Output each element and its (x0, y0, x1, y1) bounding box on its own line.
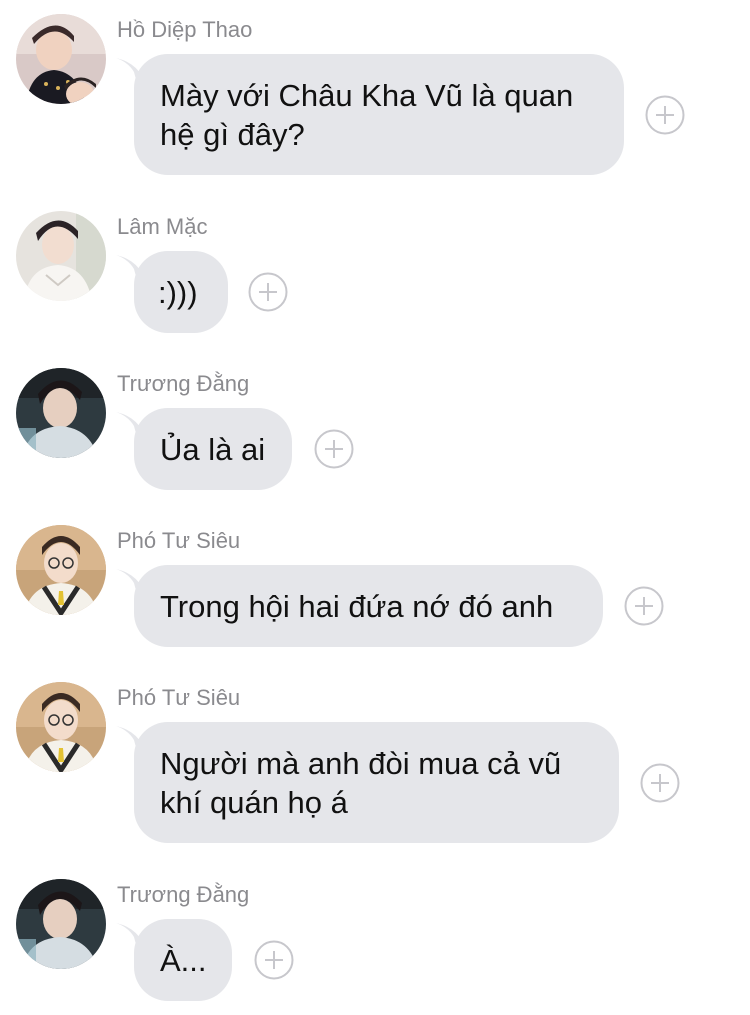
add-reaction-icon (248, 272, 288, 312)
message-text-line: hệ gì đây? (160, 117, 305, 152)
message-text-line: khí quán họ á (160, 785, 348, 820)
message-item: Phó Tư Siêu Người mà anh đòi mua cả vũ k… (0, 666, 750, 846)
avatar-pho-tu-sieu-image (16, 525, 106, 615)
message-text-line: Người mà anh đòi mua cả vũ (160, 746, 562, 781)
message-item: Hồ Diệp Thao Mày với Châu Kha Vũ là quan… (0, 0, 750, 180)
message-item: Trương Đằng À... (0, 863, 750, 1015)
add-reaction-icon (314, 429, 354, 469)
message-bubble[interactable]: À... (134, 919, 232, 1001)
sender-name: Phó Tư Siêu (117, 685, 241, 710)
message-text-line: Mày với Châu Kha Vũ là quan (160, 78, 574, 113)
avatar[interactable] (16, 368, 106, 458)
message-item: Trương Đằng Ủa là ai (0, 352, 750, 492)
message-text-line: À... (160, 943, 207, 978)
sender-name: Trương Đằng (117, 371, 250, 396)
message-bubble[interactable]: :))) (134, 251, 228, 333)
message-text-line: Ủa là ai (160, 432, 266, 467)
message-item: Phó Tư Siêu Trong hội hai đứa nớ đó anh (0, 509, 750, 649)
add-reaction-icon (640, 763, 680, 803)
avatar-truong-dang-image (16, 879, 106, 969)
add-reaction-button[interactable] (314, 429, 354, 469)
add-reaction-icon (645, 95, 685, 135)
avatar-truong-dang-image (16, 368, 106, 458)
avatar[interactable] (16, 879, 106, 969)
sender-name: Lâm Mặc (117, 214, 208, 239)
sender-name: Trương Đằng (117, 882, 250, 907)
sender-name: Hồ Diệp Thao (117, 17, 253, 42)
avatar-ho-diep-thao-image (16, 14, 106, 104)
avatar[interactable] (16, 14, 106, 104)
add-reaction-icon (624, 586, 664, 626)
message-text-line: :))) (158, 275, 198, 310)
avatar[interactable] (16, 525, 106, 615)
add-reaction-button[interactable] (645, 95, 685, 135)
message-text-line: Trong hội hai đứa nớ đó anh (160, 589, 554, 624)
message-bubble[interactable]: Trong hội hai đứa nớ đó anh (134, 565, 603, 647)
add-reaction-button[interactable] (640, 763, 680, 803)
avatar-lam-mac-image (16, 211, 106, 301)
message-bubble[interactable]: Mày với Châu Kha Vũ là quan hệ gì đây? (134, 54, 624, 175)
add-reaction-button[interactable] (624, 586, 664, 626)
avatar-pho-tu-sieu-image (16, 682, 106, 772)
add-reaction-icon (254, 940, 294, 980)
avatar[interactable] (16, 682, 106, 772)
message-item: Lâm Mặc :))) (0, 195, 750, 335)
add-reaction-button[interactable] (254, 940, 294, 980)
message-bubble[interactable]: Người mà anh đòi mua cả vũ khí quán họ á (134, 722, 619, 843)
message-bubble[interactable]: Ủa là ai (134, 408, 292, 490)
sender-name: Phó Tư Siêu (117, 528, 241, 553)
add-reaction-button[interactable] (248, 272, 288, 312)
avatar[interactable] (16, 211, 106, 301)
